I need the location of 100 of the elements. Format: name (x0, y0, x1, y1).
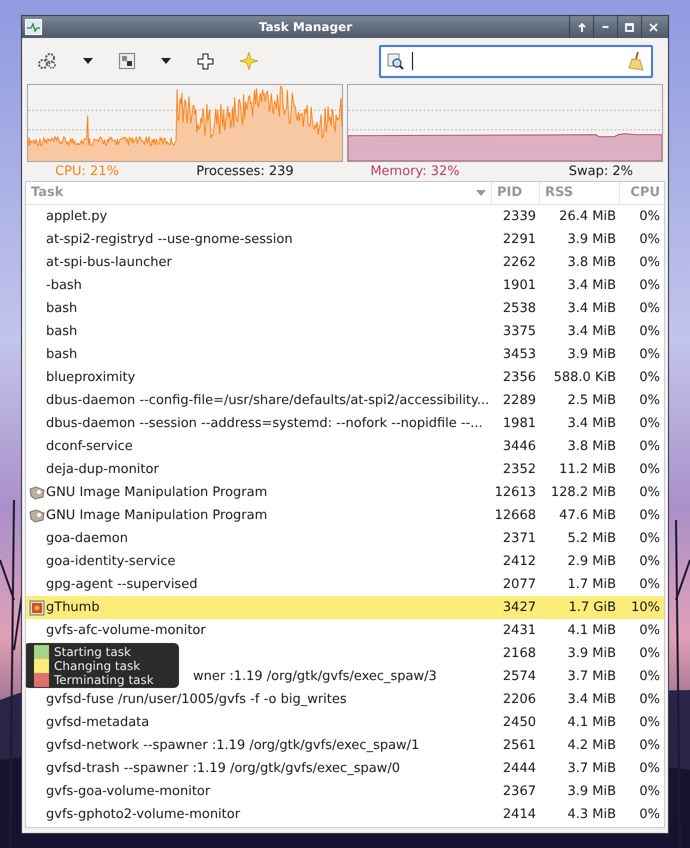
search-field[interactable] (379, 44, 653, 78)
rss-cell-text: 128.2 MiB (550, 484, 617, 502)
rss-cell-text: 3.4 MiB (566, 690, 617, 709)
rss-cell-text: 4.1 MiB (566, 714, 617, 732)
task-name: bash (46, 322, 78, 341)
rss-cell-text: 3.4 MiB (566, 322, 617, 341)
rss-cell-text: 3.4 MiB (566, 300, 617, 318)
pid-cell-text: 2289 (502, 392, 537, 410)
settings-icon[interactable] (37, 52, 57, 70)
rss-cell-text: 588.0 KiB (552, 368, 617, 387)
pid-cell-text: 2431 (502, 622, 537, 640)
rss-cell-text: 3.7 MiB (566, 760, 617, 778)
pid-cell-text: 3453 (502, 346, 537, 364)
pid-cell-text: 2444 (502, 760, 537, 778)
rss-cell-text: 2.9 MiB (566, 552, 617, 571)
table-row[interactable]: gThumb 3427 1.7 GiB 10% (26, 596, 664, 619)
cpu-cell-text: 0% (638, 760, 661, 778)
pid-cell-text: 1981 (502, 414, 537, 433)
pid-cell-text: 2412 (502, 552, 537, 571)
sort-caret-icon (476, 190, 486, 196)
window-icon[interactable] (119, 53, 135, 69)
task-name: at-spi2-registryd --use-gnome-session (46, 230, 293, 249)
pid-cell-text: 2339 (502, 208, 537, 226)
pid-cell-text: 2077 (502, 576, 537, 594)
legend-label: Starting task (54, 644, 131, 658)
task-name: at-spi-bus-launcher (46, 254, 172, 272)
search-icon (387, 52, 404, 70)
cpu-cell-text: 0% (638, 300, 661, 318)
pid-cell-text: 2561 (502, 736, 537, 755)
rss-cell-text: 3.4 MiB (566, 414, 617, 433)
maximize-icon (625, 22, 634, 32)
cpu-cell-text: 0% (638, 254, 661, 272)
close-icon (649, 22, 658, 32)
rss-cell-text: 3.9 MiB (566, 230, 617, 249)
app-icon (29, 486, 45, 500)
clear-broom-icon[interactable] (627, 51, 645, 71)
pid-cell-text: 2450 (502, 714, 537, 732)
cpu-cell-text: 0% (638, 346, 661, 364)
pid-cell-text: 12668 (494, 506, 537, 525)
cpu-cell-text: 0% (638, 736, 661, 755)
task-name: blueproximity (46, 368, 136, 387)
pid-cell-text: 2574 (502, 668, 537, 686)
rss-cell-text: 4.1 MiB (566, 622, 617, 640)
pid-cell-text: 2538 (502, 300, 537, 318)
cpu-cell-text: 0% (638, 622, 661, 640)
task-name: bash (46, 300, 78, 318)
cpu-cell-text: 0% (638, 552, 661, 571)
task-name: goa-daemon (46, 530, 128, 548)
rss-cell-text: 3.9 MiB (566, 644, 617, 663)
dropdown-caret-icon[interactable] (83, 58, 93, 64)
task-name: dbus-daemon --config-file=/usr/share/defaults/at-spi2/accessibility... (46, 392, 490, 410)
cpu-cell-text: 0% (638, 506, 661, 525)
task-name: deja-dup-monitor (46, 460, 159, 479)
cpu-cell-text: 0% (638, 714, 661, 732)
window-title: Task Manager (258, 19, 354, 36)
rss-cell-text: 3.9 MiB (566, 782, 617, 801)
task-name: gvfsd-network --spawner :1.19 /org/gtk/gvfs/exec_spaw/1 (46, 736, 420, 755)
cpu-cell-text: 0% (638, 368, 661, 387)
memory-usage-label: Memory: 32% (369, 162, 461, 181)
task-name: gThumb (46, 598, 100, 617)
rss-cell-text: 3.9 MiB (566, 346, 617, 364)
pid-cell-text: 2356 (502, 368, 537, 387)
pid-cell-text: 2168 (502, 644, 537, 663)
cpu-cell-text: 0% (638, 484, 661, 502)
rss-cell-text: 2.5 MiB (566, 392, 617, 410)
cpu-cell-text: 0% (638, 576, 661, 594)
cpu-usage-label: CPU: 21% (54, 162, 120, 181)
rss-cell-text: 26.4 MiB (558, 208, 617, 226)
swap-usage-label: Swap: 2% (568, 162, 634, 181)
dropdown-caret-icon[interactable] (161, 58, 171, 64)
pid-cell-text: 2414 (502, 806, 537, 824)
pid-cell-text: 3446 (502, 438, 537, 456)
rss-cell-text: 5.2 MiB (566, 530, 617, 548)
process-count-label: Processes: 239 (195, 162, 295, 181)
cpu-cell-text: 0% (638, 208, 661, 226)
rss-cell-text: 3.8 MiB (566, 438, 617, 456)
cpu-cell-text: 0% (638, 460, 661, 479)
cpu-cell-text: 0% (638, 322, 661, 341)
cpu-cell-text: 0% (638, 530, 661, 548)
task-name: gvfs-gphoto2-volume-monitor (46, 806, 240, 824)
pid-cell-text: 2367 (502, 782, 537, 801)
rss-cell-text: 47.6 MiB (558, 506, 617, 525)
task-name: GNU Image Manipulation Program (46, 484, 268, 502)
cpu-cell-text: 0% (638, 668, 661, 686)
pid-cell-text: 12613 (494, 484, 537, 502)
rss-cell-text: 4.2 MiB (566, 736, 617, 755)
crosshair-icon[interactable] (197, 52, 214, 70)
task-name: -bash (46, 276, 82, 295)
task-name: bash (46, 346, 78, 364)
pid-cell-text: 2262 (502, 254, 537, 272)
rss-cell-text: 1.7 MiB (566, 576, 617, 594)
task-name: wner :1.19 /org/gtk/gvfs/exec_spaw/3 (193, 668, 437, 686)
cpu-cell-text: 0% (638, 782, 661, 801)
task-name: goa-identity-service (46, 552, 176, 571)
cpu-cell-text: 0% (638, 806, 661, 824)
rss-cell-text: 11.2 MiB (558, 460, 617, 479)
star-icon[interactable] (240, 52, 258, 70)
rss-cell-text: 3.4 MiB (566, 276, 617, 295)
task-name: dbus-daemon --session --address=systemd: --nofork --nopidfile --... (46, 414, 483, 433)
pid-cell-text: 1901 (502, 276, 537, 295)
